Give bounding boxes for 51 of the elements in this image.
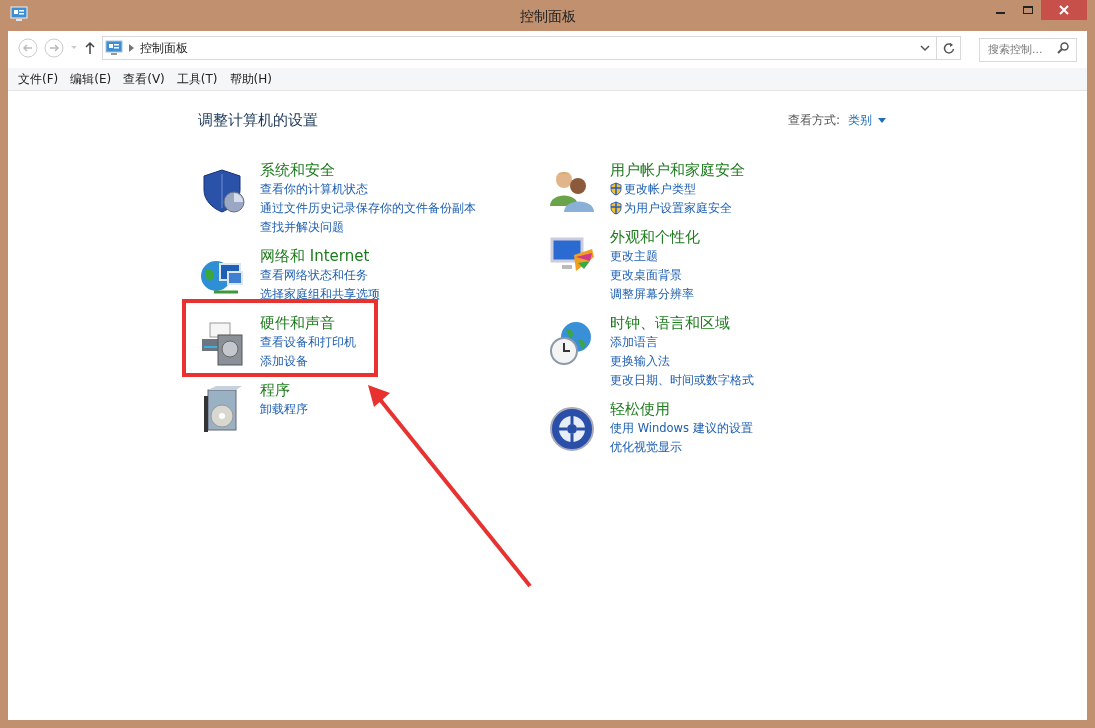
task-link[interactable]: 更改桌面背景 bbox=[610, 265, 700, 285]
task-link[interactable]: 通过文件历史记录保存你的文件备份副本 bbox=[260, 198, 476, 218]
task-link[interactable]: 优化视觉显示 bbox=[610, 437, 753, 457]
task-link[interactable]: 添加语言 bbox=[610, 332, 754, 352]
task-link[interactable]: 查找并解决问题 bbox=[260, 217, 476, 237]
shield-icon bbox=[610, 182, 622, 196]
category-link[interactable]: 轻松使用 bbox=[610, 398, 753, 419]
task-link[interactable]: 更改帐户类型 bbox=[610, 179, 745, 199]
menu-item[interactable]: 查看(V) bbox=[117, 68, 171, 90]
chevron-icon bbox=[129, 44, 134, 52]
category-link[interactable]: 系统和安全 bbox=[260, 159, 476, 180]
up-arrow-icon[interactable] bbox=[84, 41, 96, 55]
address-field[interactable]: 控制面板 bbox=[102, 36, 961, 60]
task-link[interactable]: 更换输入法 bbox=[610, 351, 754, 371]
task-link[interactable]: 更改日期、时间或数字格式 bbox=[610, 370, 754, 390]
window-title: 控制面板 bbox=[519, 7, 576, 26]
view-by-dropdown[interactable]: 类别 bbox=[848, 111, 886, 130]
task-link[interactable]: 添加设备 bbox=[260, 351, 356, 371]
menu-item[interactable]: 编辑(E) bbox=[64, 68, 118, 90]
task-link[interactable]: 选择家庭组和共享选项 bbox=[260, 284, 380, 304]
task-link[interactable]: 查看你的计算机状态 bbox=[260, 179, 476, 199]
category-link[interactable]: 硬件和声音 bbox=[260, 312, 356, 333]
breadcrumb-link[interactable]: 控制面板 bbox=[140, 39, 188, 57]
close-button[interactable] bbox=[1041, 0, 1087, 20]
search-icon bbox=[1057, 42, 1069, 54]
task-link[interactable]: 使用 Windows 建议的设置 bbox=[610, 418, 753, 438]
page-heading: 调整计算机的设置 bbox=[198, 110, 318, 131]
task-link[interactable]: 查看设备和打印机 bbox=[260, 332, 356, 352]
menu-item[interactable]: 工具(T) bbox=[170, 68, 224, 90]
search-field[interactable]: 搜索控制... bbox=[979, 37, 1077, 62]
caret-icon bbox=[878, 117, 886, 123]
task-link[interactable]: 更改主题 bbox=[610, 246, 700, 266]
task-link[interactable]: 卸载程序 bbox=[260, 399, 308, 419]
control-panel-icon bbox=[105, 40, 123, 56]
menu-item[interactable]: 帮助(H) bbox=[223, 68, 278, 90]
category-link[interactable]: 时钟、语言和区域 bbox=[610, 312, 754, 333]
dropdown-icon[interactable] bbox=[920, 44, 930, 52]
task-link[interactable]: 为用户设置家庭安全 bbox=[610, 198, 745, 218]
refresh-icon bbox=[942, 42, 955, 54]
view-by-label: 查看方式: bbox=[787, 112, 840, 130]
category-link[interactable]: 外观和个性化 bbox=[610, 226, 700, 247]
close-icon bbox=[1059, 5, 1069, 15]
shield-icon bbox=[610, 201, 622, 215]
category-link[interactable]: 网络和 Internet bbox=[260, 245, 380, 266]
accessibility-icon bbox=[548, 404, 596, 453]
task-link[interactable]: 调整屏幕分辨率 bbox=[610, 284, 700, 304]
menu-item[interactable]: 文件(F) bbox=[12, 68, 65, 90]
task-link[interactable]: 查看网络状态和任务 bbox=[260, 265, 380, 285]
control-panel-icon bbox=[10, 6, 28, 22]
category-link[interactable]: 程序 bbox=[260, 379, 308, 400]
category-link[interactable]: 用户帐户和家庭安全 bbox=[610, 159, 745, 180]
